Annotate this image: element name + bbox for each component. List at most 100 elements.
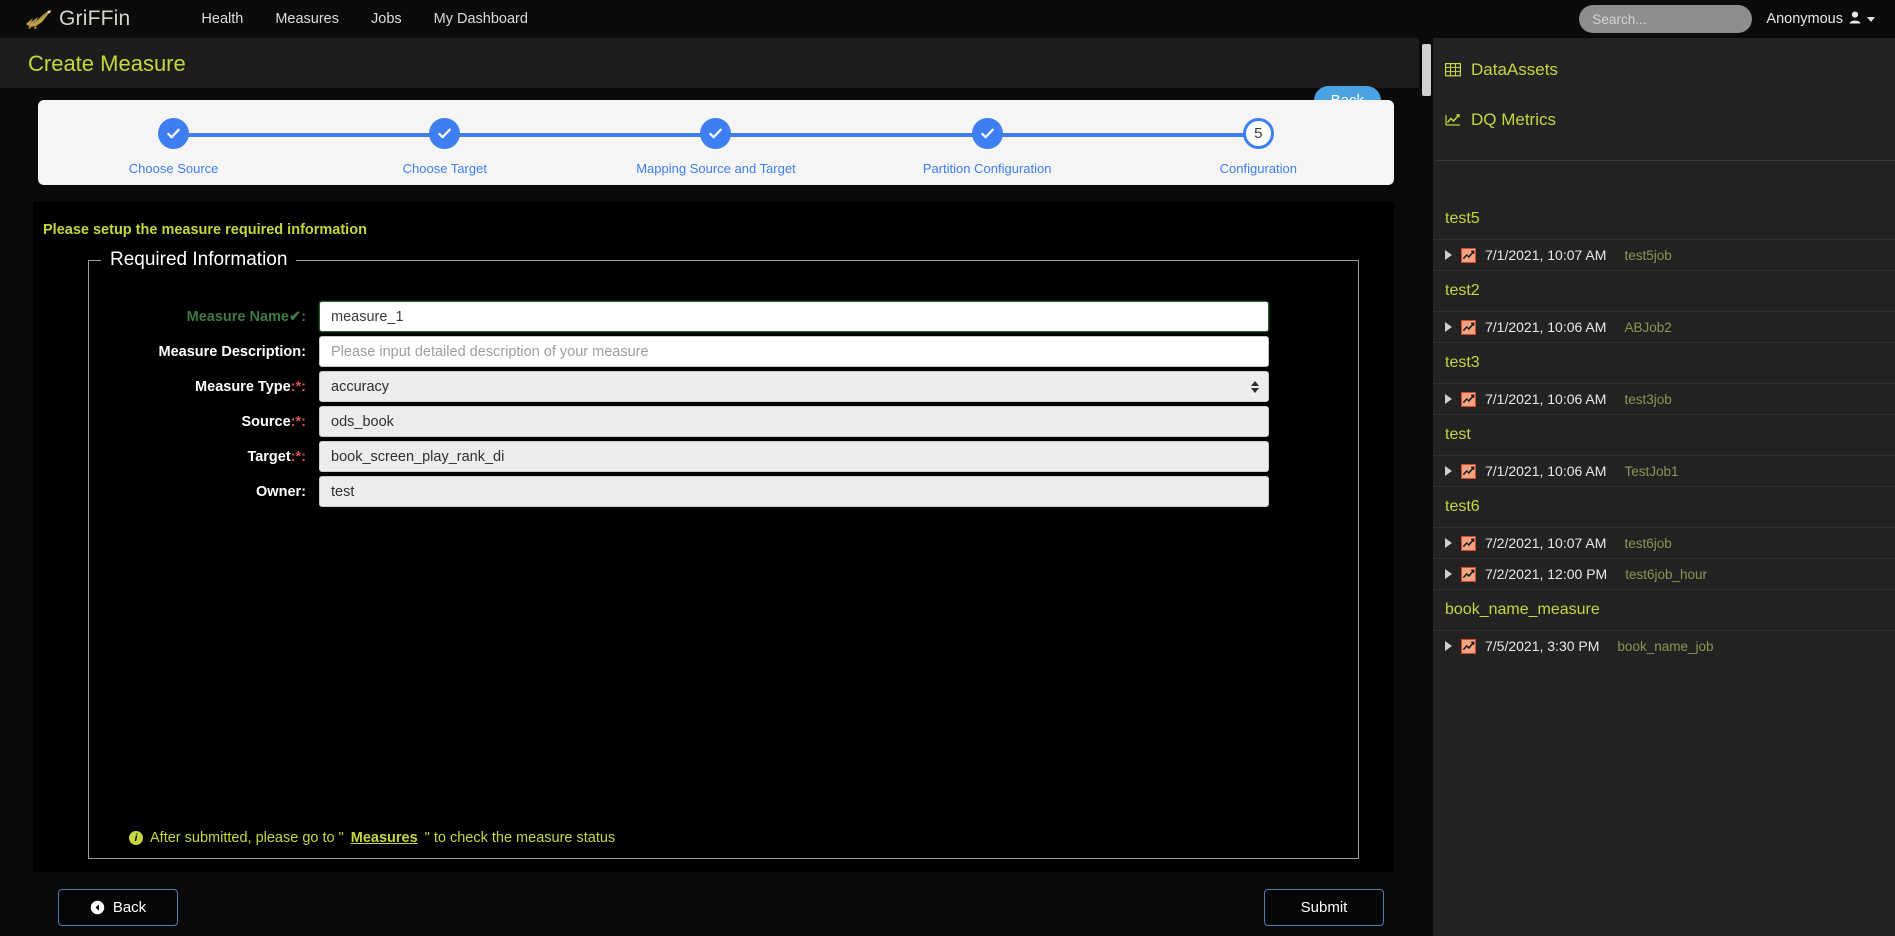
- measure-type-select[interactable]: accuracy: [319, 371, 1269, 402]
- dataset-group: test 7/1/2021, 10:06 AM TestJob1: [1419, 414, 1895, 486]
- field-wrap: [319, 336, 1319, 367]
- list-item[interactable]: 7/1/2021, 10:06 AM test3job: [1419, 383, 1895, 414]
- dataset-group-title[interactable]: test5: [1419, 199, 1895, 239]
- step-label: Choose Target: [402, 161, 487, 176]
- form-row-measure-name: Measure Name✔:: [89, 301, 1358, 335]
- dataset-group-title[interactable]: test: [1419, 414, 1895, 455]
- label-text: Measure Name: [186, 309, 289, 325]
- measure-description-input[interactable]: [319, 336, 1269, 367]
- triangle-right-icon[interactable]: [1445, 322, 1452, 332]
- dataset-group-title[interactable]: test2: [1419, 270, 1895, 311]
- sidebar-scrollbar[interactable]: [1419, 38, 1433, 936]
- list-item[interactable]: 7/1/2021, 10:06 AM ABJob2: [1419, 311, 1895, 342]
- measure-type-value: accuracy: [331, 378, 390, 395]
- measures-link[interactable]: Measures: [351, 830, 418, 846]
- valid-check-icon: ✔: [289, 309, 302, 325]
- step-circle-done: [158, 118, 190, 149]
- step-label: Mapping Source and Target: [636, 161, 796, 176]
- body-split: Create Measure Back Choose Source: [0, 38, 1895, 936]
- step-connector-line: [715, 133, 988, 137]
- dataset-group: test3 7/1/2021, 10:06 AM test3job: [1419, 342, 1895, 414]
- user-menu-label: Anonymous: [1766, 11, 1843, 27]
- job-name: ABJob2: [1624, 319, 1672, 335]
- back-button[interactable]: Back: [58, 889, 178, 926]
- dataset-group: test5 7/1/2021, 10:07 AM test5job: [1419, 199, 1895, 270]
- run-timestamp: 7/2/2021, 10:07 AM: [1485, 535, 1607, 551]
- required-asterisk: :*:: [290, 449, 306, 465]
- search-input[interactable]: [1579, 5, 1753, 33]
- job-name: test3job: [1624, 391, 1672, 407]
- triangle-right-icon[interactable]: [1445, 641, 1452, 651]
- field-wrap: book_screen_play_rank_di: [319, 441, 1319, 472]
- scrollbar-thumb[interactable]: [1422, 44, 1431, 96]
- source-value: ods_book: [331, 413, 394, 430]
- field-wrap: ods_book: [319, 406, 1319, 437]
- run-timestamp: 7/2/2021, 12:00 PM: [1485, 566, 1608, 582]
- step-circle-current: 5: [1242, 118, 1274, 149]
- user-menu[interactable]: Anonymous: [1766, 11, 1881, 28]
- check-icon: [709, 128, 723, 139]
- target-value-field: book_screen_play_rank_di: [319, 441, 1269, 472]
- label-text: Measure Type: [195, 379, 291, 395]
- source-value-field: ods_book: [319, 406, 1269, 437]
- wizard-step-partition-configuration[interactable]: Partition Configuration: [852, 118, 1259, 176]
- line-chart-icon: [1445, 112, 1462, 129]
- label-text: Measure Description: [158, 344, 302, 360]
- spinner-arrows-icon[interactable]: [1251, 380, 1259, 393]
- list-item[interactable]: 7/1/2021, 10:07 AM test5job: [1419, 239, 1895, 270]
- run-timestamp: 7/1/2021, 10:06 AM: [1485, 391, 1607, 407]
- wizard-step-configuration[interactable]: 5 Configuration: [1123, 118, 1394, 176]
- run-timestamp: 7/1/2021, 10:07 AM: [1485, 247, 1607, 263]
- table-grid-icon: [1445, 62, 1462, 79]
- nav-link-health[interactable]: Health: [185, 3, 259, 35]
- run-timestamp: 7/1/2021, 10:06 AM: [1485, 319, 1607, 335]
- list-item[interactable]: 7/1/2021, 10:06 AM TestJob1: [1419, 455, 1895, 486]
- dataset-group: test2 7/1/2021, 10:06 AM ABJob2: [1419, 270, 1895, 342]
- triangle-right-icon[interactable]: [1445, 538, 1452, 548]
- sidebar-dataset-list: test5 7/1/2021, 10:07 AM test5job test2: [1419, 161, 1895, 661]
- wizard-step-choose-target[interactable]: Choose Target: [309, 118, 716, 176]
- label-text: Target: [247, 449, 291, 465]
- step-circle-done: [429, 118, 461, 149]
- form-row-measure-description: Measure Description:: [89, 336, 1358, 370]
- wizard-step-mapping-source-and-target[interactable]: Mapping Source and Target: [580, 118, 988, 176]
- dataset-group-title[interactable]: test3: [1419, 342, 1895, 383]
- list-item[interactable]: 7/5/2021, 3:30 PM book_name_job: [1419, 630, 1895, 661]
- main-column: Create Measure Back Choose Source: [0, 38, 1419, 936]
- dataset-group-title[interactable]: test6: [1419, 486, 1895, 527]
- triangle-right-icon[interactable]: [1445, 250, 1452, 260]
- nav-link-my-dashboard[interactable]: My Dashboard: [418, 3, 544, 35]
- nav-link-measures[interactable]: Measures: [259, 3, 355, 35]
- list-item[interactable]: 7/2/2021, 12:00 PM test6job_hour: [1419, 558, 1895, 589]
- dataset-group-title[interactable]: book_name_measure: [1419, 589, 1895, 630]
- submit-button[interactable]: Submit: [1264, 889, 1384, 926]
- step-label: Configuration: [1219, 161, 1297, 176]
- form-row-owner: Owner: test: [89, 476, 1358, 510]
- nav-link-jobs[interactable]: Jobs: [355, 3, 418, 35]
- dataset-group: test6 7/2/2021, 10:07 AM test6job 7/2/20…: [1419, 486, 1895, 589]
- page-header: Create Measure: [0, 38, 1419, 88]
- list-item[interactable]: 7/2/2021, 10:07 AM test6job: [1419, 527, 1895, 558]
- app-root: GriFFin Health Measures Jobs My Dashboar…: [0, 0, 1895, 936]
- step-circle-done: [700, 118, 732, 149]
- action-button-row: Back Submit: [58, 889, 1384, 926]
- form-panel: Please setup the measure required inform…: [33, 202, 1394, 872]
- wizard-step-choose-source[interactable]: Choose Source: [38, 118, 445, 176]
- page-title: Create Measure: [28, 51, 186, 76]
- form-row-source: Source:*: ods_book: [89, 406, 1358, 440]
- sidebar-item-dq-metrics[interactable]: DQ Metrics: [1445, 110, 1895, 130]
- brand[interactable]: GriFFin: [22, 7, 130, 31]
- arrow-circle-left-icon: [90, 900, 105, 915]
- sidebar-item-dataassets[interactable]: DataAssets: [1445, 60, 1895, 80]
- step-label: Choose Source: [128, 161, 219, 176]
- step-connector-line: [173, 133, 445, 137]
- check-icon: [980, 128, 994, 139]
- triangle-right-icon[interactable]: [1445, 466, 1452, 476]
- required-information-fieldset: Required Information Measure Name✔: Meas…: [88, 249, 1359, 859]
- chart-icon: [1460, 391, 1477, 407]
- measure-name-input[interactable]: [319, 301, 1269, 332]
- triangle-right-icon[interactable]: [1445, 569, 1452, 579]
- job-name: test6job_hour: [1625, 566, 1708, 582]
- triangle-right-icon[interactable]: [1445, 394, 1452, 404]
- footer-note-pre: After submitted, please go to ": [150, 830, 344, 846]
